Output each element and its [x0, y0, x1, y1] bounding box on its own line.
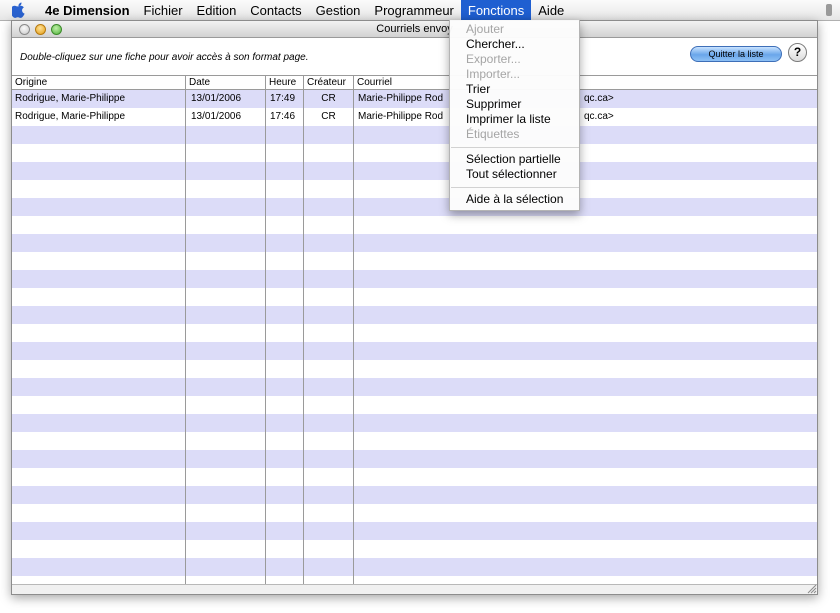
column-header-date[interactable]: Date: [186, 76, 265, 90]
cell-heure: 17:46: [270, 111, 296, 122]
empty-table-row: [12, 306, 817, 324]
cell-courriel-end: qc.ca>: [584, 111, 614, 122]
empty-table-row: [12, 432, 817, 450]
cell-courriel: Marie-Philippe Rod: [358, 111, 444, 122]
records-table: Origine Date Heure Créateur Courriel Rod…: [12, 75, 817, 584]
cell-date: 13/01/2006: [191, 93, 242, 104]
empty-table-row: [12, 396, 817, 414]
cell-createur: CR: [321, 93, 336, 104]
menu-item-trier[interactable]: Trier: [466, 82, 490, 97]
menu-fichier[interactable]: Fichier: [137, 0, 190, 21]
empty-table-row: [12, 558, 817, 576]
menu-fonctions[interactable]: Fonctions: [460, 0, 532, 21]
menu-edition[interactable]: Edition: [190, 0, 244, 21]
cell-courriel-end: qc.ca>: [584, 93, 614, 104]
menu-item-selection-partielle[interactable]: Sélection partielle: [466, 152, 561, 167]
menu-item-supprimer[interactable]: Supprimer: [466, 97, 521, 112]
cell-heure: 17:49: [270, 93, 296, 104]
empty-table-row: [12, 162, 817, 180]
resize-grip-icon[interactable]: [805, 582, 817, 594]
menu-4e-dimension[interactable]: 4e Dimension: [38, 0, 137, 21]
cell-date: 13/01/2006: [191, 111, 242, 122]
empty-table-row: [12, 270, 817, 288]
menu-item-etiquettes: Étiquettes: [466, 127, 520, 141]
empty-table-row: [12, 450, 817, 468]
menu-item-ajouter: Ajouter: [466, 22, 505, 36]
window-toolbar: Double-cliquez sur une fiche pour avoir …: [12, 38, 817, 75]
empty-table-row: [12, 540, 817, 558]
empty-table-row: [12, 252, 817, 270]
empty-table-row: [12, 342, 817, 360]
table-row[interactable]: Rodrigue, Marie-Philippe 13/01/2006 17:4…: [12, 90, 817, 108]
menu-item-exporter: Exporter...: [466, 52, 521, 66]
menu-item-chercher[interactable]: Chercher...: [466, 37, 525, 52]
menu-item-aide-selection[interactable]: Aide à la sélection: [466, 192, 563, 207]
empty-table-row: [12, 360, 817, 378]
cell-origine: Rodrigue, Marie-Philippe: [15, 93, 126, 104]
menu-separator: [451, 187, 579, 188]
menu-separator: [451, 147, 579, 148]
empty-table-row: [12, 324, 817, 342]
fonctions-menu: Ajouter Chercher... Exporter... Importer…: [449, 20, 580, 211]
menu-gestion[interactable]: Gestion: [309, 0, 368, 21]
empty-table-row: [12, 504, 817, 522]
empty-table-row: [12, 144, 817, 162]
horizontal-scrollbar[interactable]: [12, 584, 817, 594]
empty-table-row: [12, 126, 817, 144]
empty-table-row: [12, 180, 817, 198]
empty-table-row: [12, 378, 817, 396]
empty-table-row: [12, 288, 817, 306]
table-body: Rodrigue, Marie-Philippe 13/01/2006 17:4…: [12, 90, 817, 584]
menu-item-tout-selectionner[interactable]: Tout sélectionner: [466, 167, 557, 182]
column-header-courriel[interactable]: Courriel: [354, 76, 817, 90]
instruction-text: Double-cliquez sur une fiche pour avoir …: [20, 52, 309, 63]
empty-table-row: [12, 234, 817, 252]
menu-programmeur[interactable]: Programmeur: [367, 0, 460, 21]
empty-table-row: [12, 576, 817, 584]
menu-item-imprimer-liste[interactable]: Imprimer la liste: [466, 112, 551, 127]
empty-table-row: [12, 468, 817, 486]
window-titlebar[interactable]: Courriels envoy: [12, 21, 817, 38]
menu-contacts[interactable]: Contacts: [243, 0, 308, 21]
menu-item-importer: Importer...: [466, 67, 521, 81]
list-window: Courriels envoy Double-cliquez sur une f…: [11, 20, 818, 595]
column-header-origine[interactable]: Origine: [12, 76, 185, 90]
column-header-heure[interactable]: Heure: [266, 76, 303, 90]
empty-table-row: [12, 486, 817, 504]
user-icon[interactable]: [824, 3, 834, 17]
column-divider: [353, 76, 354, 584]
menu-aide[interactable]: Aide: [531, 0, 571, 21]
table-row[interactable]: Rodrigue, Marie-Philippe 13/01/2006 17:4…: [12, 108, 817, 126]
column-divider: [185, 76, 186, 584]
empty-table-row: [12, 522, 817, 540]
table-header: Origine Date Heure Créateur Courriel: [12, 76, 817, 90]
menu-bar: 4e Dimension Fichier Edition Contacts Ge…: [0, 0, 840, 21]
empty-table-row: [12, 216, 817, 234]
cell-courriel: Marie-Philippe Rod: [358, 93, 444, 104]
empty-table-row: [12, 414, 817, 432]
column-divider: [265, 76, 266, 584]
quit-list-button[interactable]: Quitter la liste: [690, 46, 782, 62]
cell-origine: Rodrigue, Marie-Philippe: [15, 111, 126, 122]
column-header-createur[interactable]: Créateur: [304, 76, 353, 90]
cell-createur: CR: [321, 111, 336, 122]
apple-logo-icon[interactable]: [0, 0, 38, 21]
window-title: Courriels envoy: [376, 23, 453, 35]
column-divider: [303, 76, 304, 584]
empty-table-row: [12, 198, 817, 216]
help-button[interactable]: ?: [788, 43, 807, 62]
